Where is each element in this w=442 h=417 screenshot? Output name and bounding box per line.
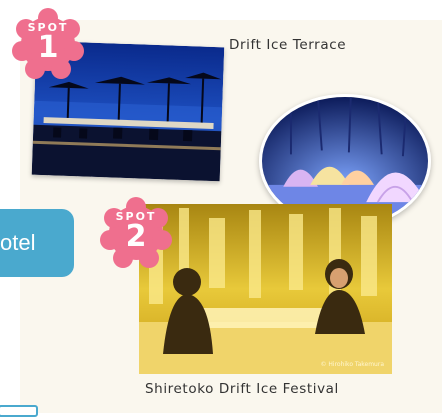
shiretoko-festival-photo: © Hirohiko Takemura <box>139 204 392 374</box>
hotel-button-label: otel <box>0 230 36 255</box>
spot-1-number: 1 <box>37 30 59 65</box>
spot-1-caption: Drift Ice Terrace <box>229 37 347 53</box>
hotel-button[interactable]: otel <box>0 209 74 277</box>
photo-credit: © Hirohiko Takemura <box>320 361 385 368</box>
bottom-tab[interactable] <box>0 405 38 417</box>
spot-2-number: 2 <box>125 219 147 254</box>
spot-2-caption: Shiretoko Drift Ice Festival <box>145 381 339 397</box>
spot-1-badge: SPOT 1 <box>11 7 85 81</box>
spot-2-badge: SPOT 2 <box>99 196 173 270</box>
